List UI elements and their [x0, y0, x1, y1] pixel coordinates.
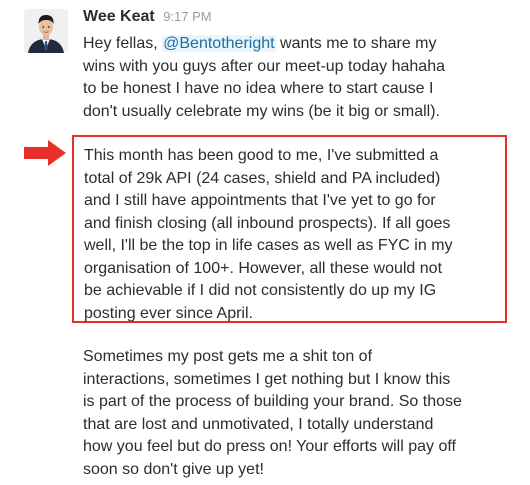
right-arrow-icon: [24, 140, 66, 166]
paragraph-line: interactions, sometimes I get nothing bu…: [83, 370, 451, 388]
paragraph-line: that are lost and unmotivated, I totally…: [83, 415, 434, 433]
paragraph-line: well, I'll be the top in life cases as w…: [84, 237, 453, 254]
avatar[interactable]: [24, 9, 68, 53]
paragraph-line: be achievable if I did not consistently …: [84, 282, 437, 299]
message-paragraph-1: Hey fellas, @Bentotheright wants me to s…: [83, 33, 503, 123]
paragraph-line: wins with you guys after our meet-up tod…: [83, 57, 445, 75]
paragraph-line: organisation of 100+. However, all these…: [84, 259, 443, 277]
message-header: Wee Keat 9:17 PM: [83, 8, 212, 30]
paragraph-line: and I still have appointments that I've …: [84, 192, 436, 209]
user-mention[interactable]: @Bentotheright: [162, 35, 276, 52]
paragraph-line: don't usually celebrate my wins (be it b…: [83, 102, 440, 120]
message-paragraph-3: Sometimes my post gets me a shit ton of …: [83, 346, 503, 481]
message-paragraph-2: This month has been good to me, I've sub…: [84, 145, 504, 325]
paragraph-line: is part of the process of building your …: [83, 393, 462, 410]
paragraph-line: Hey fellas, @Bentotheright wants me to s…: [83, 33, 503, 56]
paragraph-line: total of 29k API (24 cases, shield and P…: [84, 169, 441, 187]
message-timestamp[interactable]: 9:17 PM: [163, 9, 211, 24]
paragraph-line: to be honest I have no idea where to sta…: [83, 80, 434, 97]
paragraph-line: posting ever since April.: [84, 304, 253, 322]
paragraph-line: This month has been good to me, I've sub…: [84, 147, 439, 164]
sender-name[interactable]: Wee Keat: [83, 8, 155, 25]
avatar-portrait-icon: [24, 9, 68, 53]
highlight-box: This month has been good to me, I've sub…: [72, 135, 507, 323]
text-segment: wants me to share my: [275, 35, 437, 52]
paragraph-line: soon so don't give up yet!: [83, 460, 264, 478]
paragraph-line: and finish closing (all inbound prospect…: [84, 214, 451, 232]
text-segment: Hey fellas,: [83, 35, 163, 52]
paragraph-line: Sometimes my post gets me a shit ton of: [83, 348, 373, 365]
chat-message: Wee Keat 9:17 PM Hey fellas, @Bentotheri…: [0, 0, 530, 485]
paragraph-line: how you feel but do press on! Your effor…: [83, 438, 456, 455]
